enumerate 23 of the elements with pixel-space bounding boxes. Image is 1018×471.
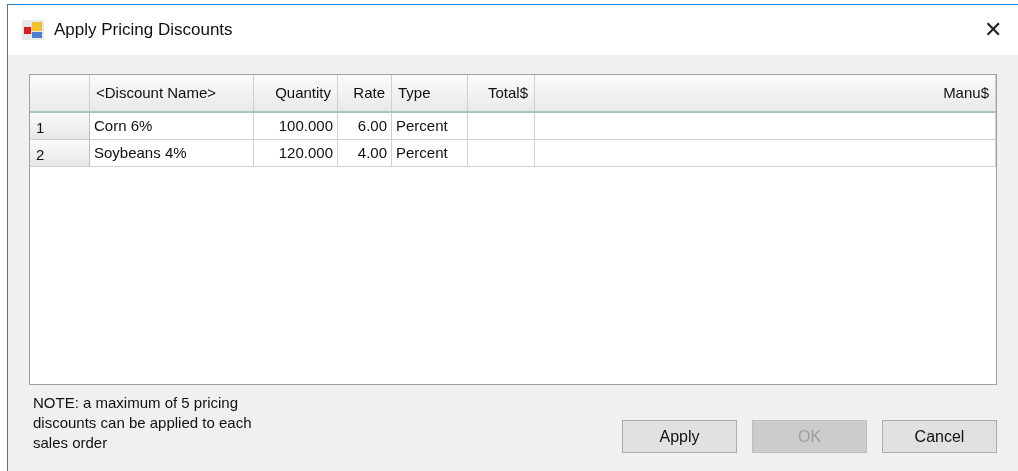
table-cell: Percent <box>392 140 468 166</box>
table-cell: Corn 6% <box>90 113 254 139</box>
table-cell: 120.000 <box>254 140 338 166</box>
column-header[interactable]: Manu$ <box>535 75 996 111</box>
dialog-button[interactable]: Apply <box>622 420 737 453</box>
corner-header <box>30 75 90 111</box>
table-cell: Percent <box>392 113 468 139</box>
column-header[interactable]: Quantity <box>254 75 338 111</box>
table-cell: Soybeans 4% <box>90 140 254 166</box>
dialog-button[interactable]: Cancel <box>882 420 997 453</box>
column-header[interactable]: <Discount Name> <box>90 75 254 111</box>
column-header[interactable]: Total$ <box>468 75 535 111</box>
window-title: Apply Pricing Discounts <box>54 19 233 42</box>
table-cell: 4.00 <box>338 140 392 166</box>
table-cell: 6.00 <box>338 113 392 139</box>
column-header[interactable]: Rate <box>338 75 392 111</box>
app-icon <box>22 20 44 40</box>
column-header[interactable]: Type <box>392 75 468 111</box>
table-cell: 100.000 <box>254 113 338 139</box>
row-header[interactable]: 2 <box>30 140 90 166</box>
close-button[interactable]: ✕ <box>984 19 1002 41</box>
row-header[interactable]: 1 <box>30 113 90 139</box>
note-text: NOTE: a maximum of 5 pricing discounts can be applied to each sales order <box>33 393 253 453</box>
